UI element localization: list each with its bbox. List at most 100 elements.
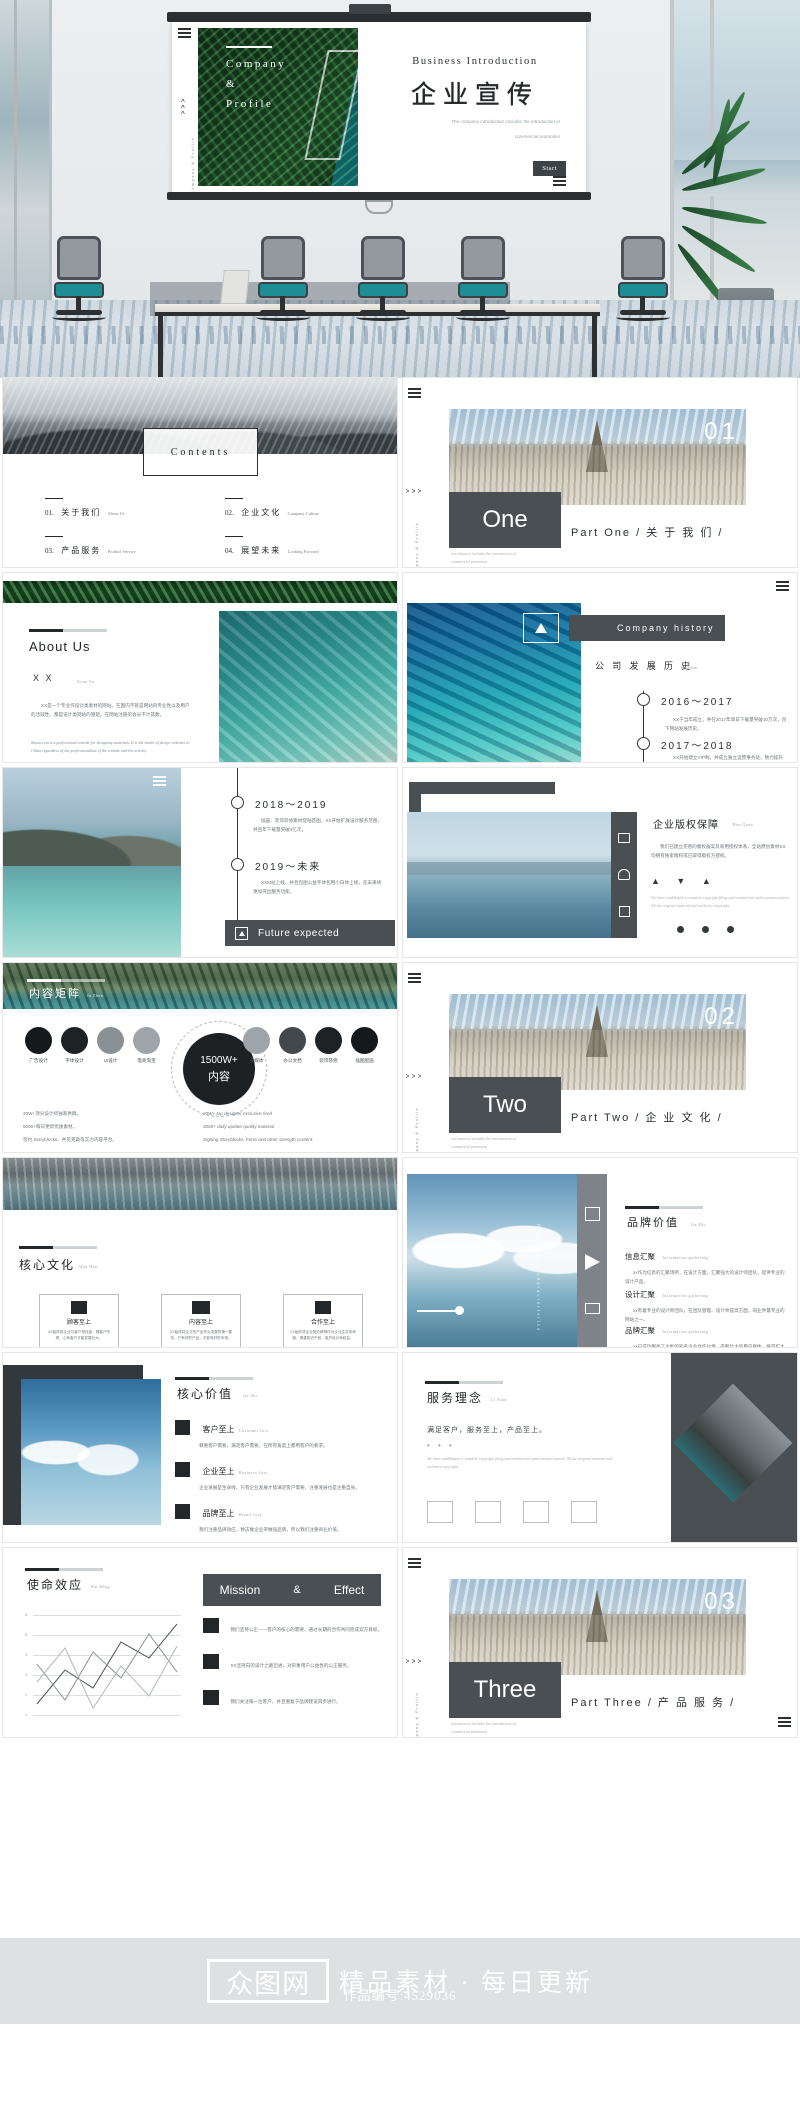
- slide-part-one[interactable]: ^^^ Company & Profile 01 One Part One / …: [403, 378, 797, 567]
- slide-mission-effect[interactable]: 使命效应 Shi Ming Mission & Effect 我们坚持公正——客…: [3, 1548, 397, 1737]
- service-body-en: We have established a complete copyright…: [427, 1456, 613, 1469]
- slide-future-expected[interactable]: 2018～2019 插画、装饰装修素材登陆首图，XX开始扩展设计服务范围，并且年…: [3, 768, 397, 957]
- matrix-node-label: UI设计: [103, 1058, 118, 1063]
- contents-item-num: 04.: [225, 547, 234, 556]
- slide-brand-value[interactable]: Brand value characteristics 品牌价值 Jia Zhi…: [403, 1158, 797, 1347]
- matrix-node-label: 装饰装修: [319, 1058, 338, 1063]
- start-button[interactable]: Start: [533, 161, 566, 176]
- slide-contents[interactable]: Contents 01. 关 于 我 们 About Us 02. 企 业 文 …: [3, 378, 397, 567]
- value-zh-title: 核心价值: [177, 1387, 234, 1401]
- matrix-node[interactable]: 字体设计: [61, 1027, 88, 1064]
- chart-icon[interactable]: [571, 1501, 597, 1523]
- matrix-node[interactable]: UI设计: [97, 1027, 124, 1064]
- matrix-node[interactable]: 插图配画: [351, 1027, 378, 1064]
- slide-row: Contents 01. 关 于 我 们 About Us 02. 企 业 文 …: [0, 378, 800, 573]
- lagoon-photo: [3, 768, 181, 957]
- watermark-bar: 众图网 精品素材 · 每日更新: [0, 1938, 800, 2024]
- value-item: 企业至上 Business first 企业发展是生命线，只有企业发展才能满足客…: [175, 1461, 367, 1492]
- download-icon: [584, 1207, 600, 1221]
- slide-company-history[interactable]: Company history 公 司 发 展 历 史 Fa Zhan 2016…: [403, 573, 797, 762]
- dot[interactable]: [702, 926, 709, 933]
- contents-item-2[interactable]: 02. 企 业 文 化 Company Culture: [225, 498, 319, 520]
- menu-icon[interactable]: [408, 388, 421, 400]
- contents-item-1[interactable]: 01. 关 于 我 们 About Us: [45, 498, 125, 520]
- mission-row: 我们关注每一位客户，并且重复于品牌建设同步进行。: [203, 1690, 382, 1708]
- value-item-en: Business first: [238, 1470, 268, 1475]
- dot-indicators[interactable]: [677, 926, 734, 933]
- briefcase-icon: [618, 833, 630, 843]
- slide-copyright[interactable]: 企业版权保障 Ban Quan 我们已建立完善的版权备案及商用授权体系，全站原创…: [403, 768, 797, 957]
- matrix-node[interactable]: 装饰装修: [315, 1027, 342, 1064]
- menu-icon[interactable]: [408, 1558, 421, 1570]
- mission-badge-amp: &: [293, 1584, 301, 1596]
- culture-card[interactable]: 顾客至上 XX始终将企业与客户想连接，想客户所想，心系客户才能发展壮大。: [39, 1294, 119, 1347]
- slide-part-three[interactable]: ^^^ Company & Profile 03 Three Part Thre…: [403, 1548, 797, 1737]
- culture-card[interactable]: 内容至上 XX始终将企业的产品作为发展的第一要务，只有好的产品，才能有好的市场。: [161, 1294, 241, 1347]
- menu-icon-bottom[interactable]: [778, 1717, 791, 1729]
- menu-icon[interactable]: [408, 973, 421, 985]
- slide-core-value[interactable]: 核心价值 Jia Zhi 客户至上 Customer first 尊重客户需要，…: [3, 1353, 397, 1542]
- chevron-right-icon[interactable]: ^^^: [403, 1074, 422, 1078]
- section-rule: [425, 1381, 503, 1384]
- brand-section-title: 品牌汇聚: [625, 1326, 655, 1335]
- slide-service-concept[interactable]: 服务理念 Li Nian 满足客户，服务至上，产品至上。 • • • We ha…: [403, 1353, 797, 1542]
- slide-rail: ^^^ Company & Profile: [178, 28, 198, 194]
- slide-part-two[interactable]: ^^^ Company & Profile 02 Two Part Two / …: [403, 963, 797, 1152]
- bullet-en: 3000+ daily update quality material: [203, 1124, 275, 1129]
- calendar-icon: [175, 1504, 190, 1520]
- chart-y-tick: 1: [25, 1712, 28, 1717]
- monitor-icon[interactable]: [475, 1501, 501, 1523]
- contents-item-3[interactable]: 03. 产 品 服 务 Product Service: [45, 536, 136, 558]
- user-icon[interactable]: [427, 1501, 453, 1523]
- part-subtitle-1: introduction includes the introduction o…: [451, 1721, 516, 1726]
- menu-icon[interactable]: [178, 28, 191, 38]
- matrix-node-label: 字体设计: [65, 1058, 84, 1063]
- contents-item-en: Product Service: [107, 549, 136, 555]
- dot[interactable]: [727, 926, 734, 933]
- contents-item-4[interactable]: 04. 展 望 未 来 Looking Forward: [225, 536, 319, 558]
- slide-vertical-label: Company & Profile: [414, 1106, 420, 1152]
- chevron-up-icon[interactable]: ^ ^ ^: [181, 99, 185, 119]
- mission-row-text: 我们关注每一位客户，并且重复于品牌建设同步进行。: [230, 1699, 341, 1704]
- chart-y-tick: 4: [25, 1652, 28, 1657]
- matrix-node[interactable]: 办公文档: [279, 1027, 306, 1064]
- brand-pinyin: Jia Zhi: [691, 1222, 706, 1227]
- menu-icon[interactable]: [776, 581, 789, 593]
- copyright-body-en: We have established a complete copyright…: [651, 895, 790, 908]
- slide-about-us[interactable]: About Us X X Guan Yu XX是一个专业作设计类素材的网站，在国…: [3, 573, 397, 762]
- menu-icon[interactable]: [153, 776, 166, 788]
- part-number: 01: [704, 418, 739, 445]
- timeline-dot: [637, 693, 650, 706]
- slide-content-matrix[interactable]: 内容矩阵 Ju Zhen 1500W+ 内容 广告设计 字体设计 UI设计 电商…: [3, 963, 397, 1152]
- contents-item-num: 03.: [45, 547, 54, 556]
- about-heading: About Us: [29, 639, 91, 654]
- culture-card[interactable]: 合作至上 XX始终将企业契约精神作为企业生存的命脉，尊重知识产权，保护设计师权益…: [283, 1294, 363, 1347]
- fern-photo: Company & Profile: [198, 28, 358, 186]
- chart-y-tick: 3: [25, 1672, 28, 1677]
- slide-vertical-label: Company & Profile: [190, 136, 196, 195]
- brand-section-text: xx已成功服务了大批的知名企业合作伙伴，不断壮大的用户群体，将是扩大企业知名度的…: [633, 1344, 785, 1347]
- menu-icon-bottom[interactable]: [553, 176, 566, 188]
- title-right-panel: Business Introduction 企业宣传 The company i…: [358, 28, 580, 186]
- timeline-dot: [231, 858, 244, 871]
- mission-row: XX坚持向的设计之路迈进，对形象用户公益性的公正服务。: [203, 1654, 382, 1672]
- bullet-zh: 签约 Storyblocks、并见克斯等实力内容平台。: [23, 1137, 117, 1142]
- bullet-zh: 20W+顶尖设计师独家供稿。: [23, 1111, 82, 1116]
- chevron-right-icon[interactable]: ^^^: [403, 489, 422, 493]
- culture-card-text: XX始终将企业与客户想连接，想客户所想，心系客户才能发展壮大。: [47, 1330, 111, 1340]
- slide-core-culture[interactable]: 核心文化 Wen Hua 顾客至上 XX始终将企业与客户想连接，想客户所想，心系…: [3, 1158, 397, 1347]
- brand-slider-handle[interactable]: [455, 1306, 464, 1315]
- copyright-pinyin: Ban Quan: [733, 822, 754, 827]
- chevron-right-icon[interactable]: ^^^: [403, 1659, 422, 1663]
- matrix-banner-pinyin: Ju Zhen: [87, 993, 104, 998]
- brand-zh-title: 品牌价值: [627, 1217, 679, 1229]
- matrix-node[interactable]: 广告设计: [25, 1027, 52, 1064]
- matrix-node[interactable]: 多媒体: [243, 1027, 270, 1064]
- user-icon: [175, 1420, 190, 1436]
- mission-badge-left: Mission: [219, 1583, 261, 1597]
- matrix-node[interactable]: 电商淘宝: [133, 1027, 160, 1064]
- share-icon: [618, 869, 630, 880]
- doc-icon[interactable]: [523, 1501, 549, 1523]
- mission-badge-right: Effect: [333, 1583, 365, 1597]
- dot[interactable]: [677, 926, 684, 933]
